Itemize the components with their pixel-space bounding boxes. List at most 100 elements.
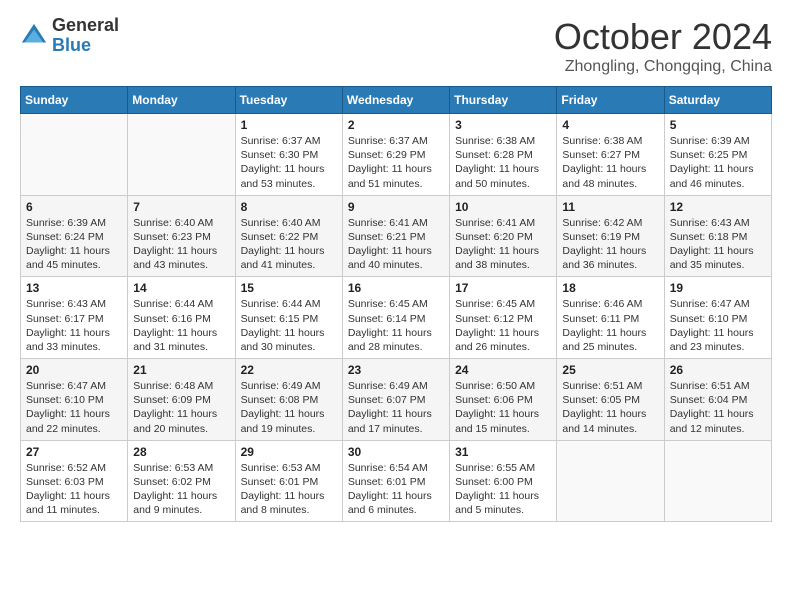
day-number: 27 xyxy=(26,445,122,459)
calendar-header: SundayMondayTuesdayWednesdayThursdayFrid… xyxy=(21,87,772,114)
day-info: Sunrise: 6:50 AM Sunset: 6:06 PM Dayligh… xyxy=(455,379,551,436)
day-number: 10 xyxy=(455,200,551,214)
calendar-cell: 14 Sunrise: 6:44 AM Sunset: 6:16 PM Dayli… xyxy=(128,277,235,359)
calendar-week-4: 20 Sunrise: 6:47 AM Sunset: 6:10 PM Dayli… xyxy=(21,359,772,441)
calendar-cell: 29Sunrise: 6:53 AM Sunset: 6:01 PM Dayli… xyxy=(235,440,342,522)
day-info: Sunrise: 6:45 AM Sunset: 6:12 PM Dayligh… xyxy=(455,297,551,354)
day-info: Sunrise: 6:49 AM Sunset: 6:08 PM Dayligh… xyxy=(241,379,337,436)
day-number: 14 xyxy=(133,281,229,295)
day-number: 2 xyxy=(348,118,444,132)
day-info: Sunrise: 6:47 AM Sunset: 6:10 PM Dayligh… xyxy=(26,379,122,436)
calendar-cell: 4Sunrise: 6:38 AM Sunset: 6:27 PM Daylig… xyxy=(557,114,664,196)
day-number: 9 xyxy=(348,200,444,214)
day-info: Sunrise: 6:47 AM Sunset: 6:10 PM Dayligh… xyxy=(670,297,766,354)
weekday-header-tuesday: Tuesday xyxy=(235,87,342,114)
day-info: Sunrise: 6:39 AM Sunset: 6:24 PM Dayligh… xyxy=(26,216,122,273)
day-number: 24 xyxy=(455,363,551,377)
calendar-cell: 17 Sunrise: 6:45 AM Sunset: 6:12 PM Dayli… xyxy=(450,277,557,359)
day-info: Sunrise: 6:38 AM Sunset: 6:28 PM Dayligh… xyxy=(455,134,551,191)
weekday-header-thursday: Thursday xyxy=(450,87,557,114)
calendar-cell: 8Sunrise: 6:40 AM Sunset: 6:22 PM Daylig… xyxy=(235,195,342,277)
calendar-cell: 18Sunrise: 6:46 AM Sunset: 6:11 PM Dayli… xyxy=(557,277,664,359)
calendar-cell: 31 Sunrise: 6:55 AM Sunset: 6:00 PM Dayli… xyxy=(450,440,557,522)
calendar-cell: 10 Sunrise: 6:41 AM Sunset: 6:20 PM Dayli… xyxy=(450,195,557,277)
day-number: 30 xyxy=(348,445,444,459)
day-info: Sunrise: 6:42 AM Sunset: 6:19 PM Dayligh… xyxy=(562,216,658,273)
day-number: 6 xyxy=(26,200,122,214)
day-number: 29 xyxy=(241,445,337,459)
day-number: 31 xyxy=(455,445,551,459)
calendar-cell xyxy=(21,114,128,196)
day-number: 23 xyxy=(348,363,444,377)
day-info: Sunrise: 6:41 AM Sunset: 6:21 PM Dayligh… xyxy=(348,216,444,273)
weekday-header-sunday: Sunday xyxy=(21,87,128,114)
day-info: Sunrise: 6:40 AM Sunset: 6:23 PM Dayligh… xyxy=(133,216,229,273)
location-subtitle: Zhongling, Chongqing, China xyxy=(554,58,772,76)
calendar-cell: 19 Sunrise: 6:47 AM Sunset: 6:10 PM Dayli… xyxy=(664,277,771,359)
calendar-cell: 7 Sunrise: 6:40 AM Sunset: 6:23 PM Daylig… xyxy=(128,195,235,277)
day-info: Sunrise: 6:55 AM Sunset: 6:00 PM Dayligh… xyxy=(455,461,551,518)
calendar-cell: 30 Sunrise: 6:54 AM Sunset: 6:01 PM Dayli… xyxy=(342,440,449,522)
logo-general: General xyxy=(52,16,119,36)
calendar-cell: 26Sunrise: 6:51 AM Sunset: 6:04 PM Dayli… xyxy=(664,359,771,441)
calendar-cell: 21 Sunrise: 6:48 AM Sunset: 6:09 PM Dayli… xyxy=(128,359,235,441)
day-info: Sunrise: 6:37 AM Sunset: 6:29 PM Dayligh… xyxy=(348,134,444,191)
calendar-cell xyxy=(557,440,664,522)
day-info: Sunrise: 6:52 AM Sunset: 6:03 PM Dayligh… xyxy=(26,461,122,518)
day-number: 15 xyxy=(241,281,337,295)
day-info: Sunrise: 6:46 AM Sunset: 6:11 PM Dayligh… xyxy=(562,297,658,354)
calendar-cell xyxy=(664,440,771,522)
logo-blue: Blue xyxy=(52,36,119,56)
day-info: Sunrise: 6:53 AM Sunset: 6:02 PM Dayligh… xyxy=(133,461,229,518)
calendar-cell: 27 Sunrise: 6:52 AM Sunset: 6:03 PM Dayli… xyxy=(21,440,128,522)
day-info: Sunrise: 6:41 AM Sunset: 6:20 PM Dayligh… xyxy=(455,216,551,273)
weekday-header-friday: Friday xyxy=(557,87,664,114)
calendar-week-3: 13 Sunrise: 6:43 AM Sunset: 6:17 PM Dayli… xyxy=(21,277,772,359)
day-info: Sunrise: 6:51 AM Sunset: 6:04 PM Dayligh… xyxy=(670,379,766,436)
calendar-cell: 23Sunrise: 6:49 AM Sunset: 6:07 PM Dayli… xyxy=(342,359,449,441)
day-number: 21 xyxy=(133,363,229,377)
calendar-cell: 16Sunrise: 6:45 AM Sunset: 6:14 PM Dayli… xyxy=(342,277,449,359)
day-number: 28 xyxy=(133,445,229,459)
calendar-cell: 3 Sunrise: 6:38 AM Sunset: 6:28 PM Daylig… xyxy=(450,114,557,196)
calendar-cell: 13 Sunrise: 6:43 AM Sunset: 6:17 PM Dayli… xyxy=(21,277,128,359)
day-number: 7 xyxy=(133,200,229,214)
day-info: Sunrise: 6:37 AM Sunset: 6:30 PM Dayligh… xyxy=(241,134,337,191)
calendar-week-1: 1Sunrise: 6:37 AM Sunset: 6:30 PM Daylig… xyxy=(21,114,772,196)
weekday-row: SundayMondayTuesdayWednesdayThursdayFrid… xyxy=(21,87,772,114)
calendar-cell: 11 Sunrise: 6:42 AM Sunset: 6:19 PM Dayli… xyxy=(557,195,664,277)
day-number: 19 xyxy=(670,281,766,295)
day-info: Sunrise: 6:44 AM Sunset: 6:15 PM Dayligh… xyxy=(241,297,337,354)
day-info: Sunrise: 6:51 AM Sunset: 6:05 PM Dayligh… xyxy=(562,379,658,436)
weekday-header-saturday: Saturday xyxy=(664,87,771,114)
day-number: 17 xyxy=(455,281,551,295)
day-number: 13 xyxy=(26,281,122,295)
day-number: 5 xyxy=(670,118,766,132)
day-number: 11 xyxy=(562,200,658,214)
calendar-week-5: 27 Sunrise: 6:52 AM Sunset: 6:03 PM Dayli… xyxy=(21,440,772,522)
day-number: 3 xyxy=(455,118,551,132)
day-info: Sunrise: 6:43 AM Sunset: 6:18 PM Dayligh… xyxy=(670,216,766,273)
logo-icon xyxy=(20,22,48,50)
page-header: General Blue October 2024 Zhongling, Cho… xyxy=(20,16,772,76)
day-info: Sunrise: 6:38 AM Sunset: 6:27 PM Dayligh… xyxy=(562,134,658,191)
day-number: 12 xyxy=(670,200,766,214)
day-info: Sunrise: 6:48 AM Sunset: 6:09 PM Dayligh… xyxy=(133,379,229,436)
day-info: Sunrise: 6:45 AM Sunset: 6:14 PM Dayligh… xyxy=(348,297,444,354)
calendar-cell: 25Sunrise: 6:51 AM Sunset: 6:05 PM Dayli… xyxy=(557,359,664,441)
calendar-cell: 28 Sunrise: 6:53 AM Sunset: 6:02 PM Dayli… xyxy=(128,440,235,522)
day-number: 8 xyxy=(241,200,337,214)
calendar-cell: 12 Sunrise: 6:43 AM Sunset: 6:18 PM Dayli… xyxy=(664,195,771,277)
title-block: October 2024 Zhongling, Chongqing, China xyxy=(554,16,772,76)
calendar-cell: 2 Sunrise: 6:37 AM Sunset: 6:29 PM Daylig… xyxy=(342,114,449,196)
calendar-week-2: 6 Sunrise: 6:39 AM Sunset: 6:24 PM Daylig… xyxy=(21,195,772,277)
day-info: Sunrise: 6:44 AM Sunset: 6:16 PM Dayligh… xyxy=(133,297,229,354)
day-info: Sunrise: 6:54 AM Sunset: 6:01 PM Dayligh… xyxy=(348,461,444,518)
calendar-cell: 6 Sunrise: 6:39 AM Sunset: 6:24 PM Daylig… xyxy=(21,195,128,277)
day-number: 22 xyxy=(241,363,337,377)
calendar-cell: 1Sunrise: 6:37 AM Sunset: 6:30 PM Daylig… xyxy=(235,114,342,196)
logo: General Blue xyxy=(20,16,119,56)
day-info: Sunrise: 6:43 AM Sunset: 6:17 PM Dayligh… xyxy=(26,297,122,354)
day-number: 20 xyxy=(26,363,122,377)
calendar-cell xyxy=(128,114,235,196)
